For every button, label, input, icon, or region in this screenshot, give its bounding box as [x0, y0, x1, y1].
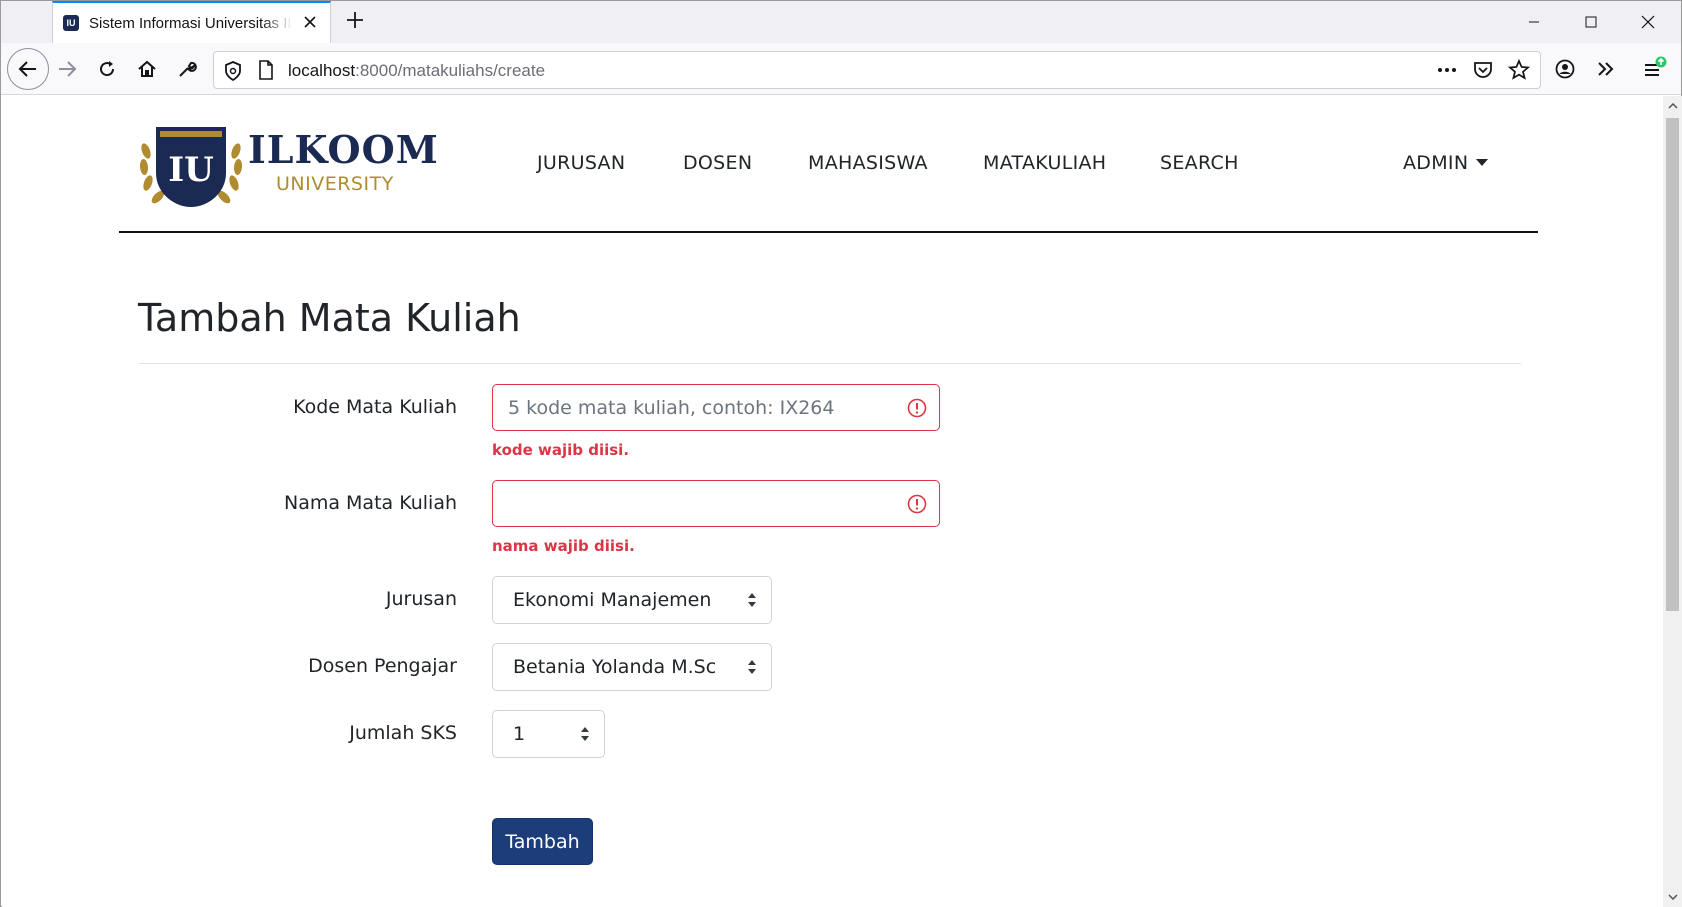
url-text[interactable]: localhost:8000/matakuliahs/create — [288, 61, 545, 81]
pocket-icon[interactable] — [1472, 60, 1494, 85]
browser-tab-active[interactable]: IU Sistem Informasi Universitas ILKOOM — [52, 1, 331, 43]
nama-error-message: nama wajib diisi. — [492, 537, 635, 555]
forward-button[interactable] — [49, 51, 85, 87]
reload-icon[interactable] — [89, 51, 125, 87]
laurel-shield-icon: IU — [139, 127, 243, 207]
kode-error-message: kode wajib diisi. — [492, 441, 630, 459]
jurusan-selected-value: Ekonomi Manajemen — [513, 589, 712, 611]
nama-field[interactable] — [492, 480, 940, 527]
select-arrows-icon — [748, 593, 756, 607]
nav-admin-dropdown[interactable]: ADMIN — [1403, 152, 1489, 174]
more-actions-icon[interactable] — [1436, 60, 1458, 85]
nav-dosen[interactable]: DOSEN — [683, 152, 752, 174]
page-viewport: IU ILKOOM UNIVERSITY JURUSAN DOSEN MAHAS… — [2, 96, 1663, 907]
tab-title: Sistem Informasi Universitas ILKOOM — [89, 14, 292, 32]
scrollbar-thumb[interactable] — [1666, 118, 1679, 611]
nama-label: Nama Mata Kuliah — [283, 492, 457, 514]
overflow-menu-icon[interactable] — [1588, 51, 1624, 87]
nav-admin-label: ADMIN — [1403, 152, 1469, 174]
back-button[interactable] — [7, 48, 49, 90]
tab-favicon-icon: IU — [63, 15, 79, 31]
nav-divider — [119, 231, 1538, 233]
jurusan-label: Jurusan — [385, 588, 457, 610]
tambah-button[interactable]: Tambah — [492, 818, 593, 865]
shield-icon[interactable] — [224, 61, 242, 86]
title-divider — [138, 363, 1521, 364]
kode-field[interactable] — [492, 384, 940, 431]
caret-down-icon — [1476, 159, 1489, 166]
url-bar[interactable]: localhost:8000/matakuliahs/create — [213, 51, 1541, 89]
sks-selected-value: 1 — [513, 723, 526, 745]
scroll-up-icon[interactable] — [1663, 96, 1682, 116]
new-tab-button[interactable] — [340, 7, 370, 37]
nav-search[interactable]: SEARCH — [1160, 152, 1239, 174]
svg-text:IU: IU — [168, 150, 214, 190]
kode-label: Kode Mata Kuliah — [293, 396, 457, 418]
nav-mahasiswa[interactable]: MAHASISWA — [808, 152, 928, 174]
dosen-select[interactable]: Betania Yolanda M.Sc — [492, 643, 772, 691]
select-arrows-icon — [748, 660, 756, 674]
kode-input[interactable] — [493, 385, 939, 430]
home-icon[interactable] — [129, 51, 165, 87]
tab-strip: IU Sistem Informasi Universitas ILKOOM — [1, 1, 1681, 43]
dosen-label: Dosen Pengajar — [308, 655, 457, 677]
browser-toolbar: localhost:8000/matakuliahs/create — [1, 43, 1681, 95]
browser-window: IU Sistem Informasi Universitas ILKOOM — [0, 0, 1682, 907]
vertical-scrollbar[interactable] — [1663, 96, 1682, 907]
page-title: Tambah Mata Kuliah — [138, 296, 521, 340]
jurusan-select[interactable]: Ekonomi Manajemen — [492, 576, 772, 624]
nama-input[interactable] — [493, 481, 939, 526]
dosen-selected-value: Betania Yolanda M.Sc — [513, 656, 717, 678]
sks-label: Jumlah SKS — [349, 722, 457, 744]
error-icon — [907, 494, 927, 514]
url-host: localhost — [288, 61, 356, 80]
error-icon — [907, 398, 927, 418]
minimize-button[interactable] — [1507, 1, 1561, 43]
bookmark-star-icon[interactable] — [1507, 58, 1531, 86]
url-path: :8000/matakuliahs/create — [355, 61, 546, 80]
close-window-button[interactable] — [1621, 1, 1675, 43]
account-icon[interactable] — [1547, 51, 1583, 87]
app-menu-icon[interactable] — [1637, 51, 1673, 87]
sks-select[interactable]: 1 — [492, 710, 605, 758]
close-tab-icon[interactable] — [300, 13, 320, 33]
brand-logo[interactable]: IU ILKOOM UNIVERSITY — [136, 121, 439, 211]
select-arrows-icon — [581, 727, 589, 741]
brand-subtitle: UNIVERSITY — [276, 173, 394, 195]
brand-name: ILKOOM — [248, 127, 439, 172]
wrench-icon[interactable] — [169, 51, 205, 87]
nav-jurusan[interactable]: JURUSAN — [537, 152, 625, 174]
nav-matakuliah[interactable]: MATAKULIAH — [983, 152, 1106, 174]
page-info-icon[interactable] — [258, 60, 274, 85]
scroll-down-icon[interactable] — [1663, 887, 1682, 907]
maximize-button[interactable] — [1564, 1, 1618, 43]
